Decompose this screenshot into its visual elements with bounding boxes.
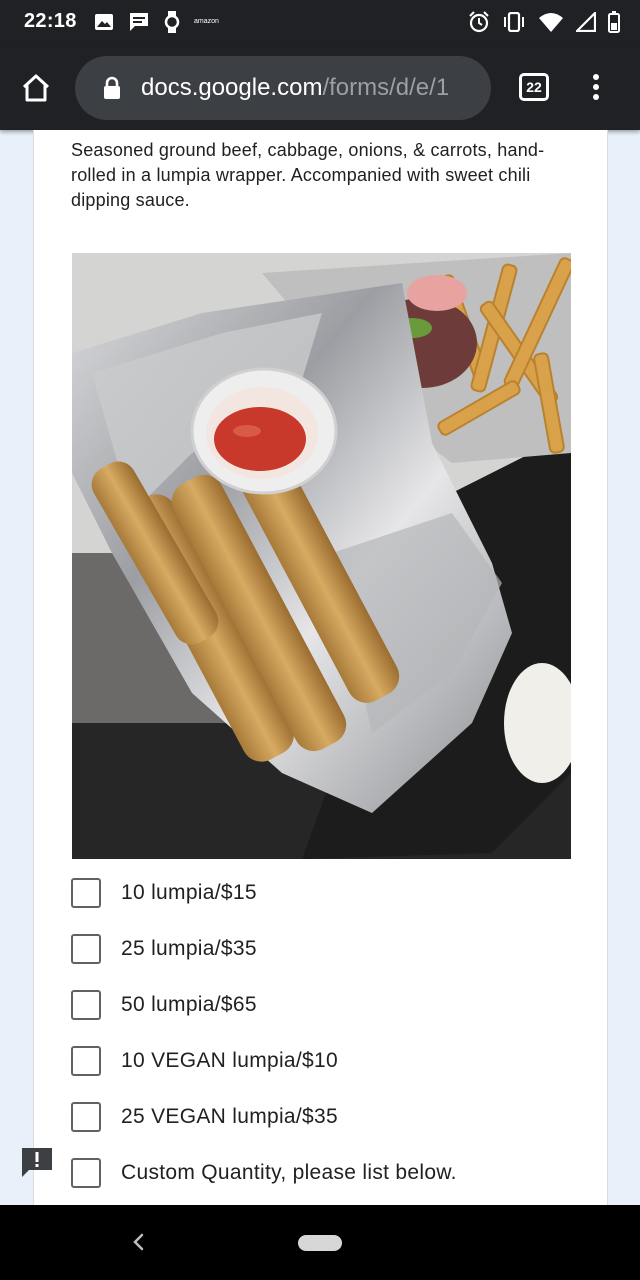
image-icon bbox=[94, 13, 114, 31]
home-button[interactable] bbox=[16, 70, 56, 106]
feedback-icon bbox=[22, 1148, 52, 1177]
lumpia-photo bbox=[72, 253, 571, 859]
checkbox[interactable] bbox=[71, 990, 101, 1020]
item-description: Seasoned ground beef, cabbage, onions, &… bbox=[71, 140, 545, 210]
wifi-icon bbox=[538, 11, 564, 33]
status-time: 22:18 bbox=[24, 10, 77, 32]
option-label: 50 lumpia/$65 bbox=[121, 993, 257, 1016]
amazon-label: amazon bbox=[194, 18, 219, 25]
quantity-options: 10 lumpia/$15 25 lumpia/$35 50 lumpia/$6… bbox=[71, 865, 591, 1201]
option-label: 10 VEGAN lumpia/$10 bbox=[121, 1049, 338, 1072]
checkbox[interactable] bbox=[71, 1158, 101, 1188]
menu-dot bbox=[593, 84, 599, 90]
amazon-icon: amazon bbox=[194, 18, 219, 26]
system-navigation-bar bbox=[0, 1205, 640, 1280]
browser-toolbar: docs.google.com/forms/d/e/1 22 bbox=[0, 46, 640, 130]
watch-icon bbox=[164, 10, 180, 34]
status-bar: 22:18 amazon bbox=[0, 0, 640, 46]
option-50-lumpia[interactable]: 50 lumpia/$65 bbox=[71, 977, 591, 1033]
option-10-vegan-lumpia[interactable]: 10 VEGAN lumpia/$10 bbox=[71, 1033, 591, 1089]
url-domain: docs.google.com bbox=[141, 74, 323, 101]
signal-icon bbox=[576, 12, 596, 32]
option-label: 25 VEGAN lumpia/$35 bbox=[121, 1105, 338, 1128]
checkbox[interactable] bbox=[71, 934, 101, 964]
home-icon bbox=[22, 74, 50, 102]
option-25-lumpia[interactable]: 25 lumpia/$35 bbox=[71, 921, 591, 977]
message-icon bbox=[128, 11, 150, 33]
overflow-menu-button[interactable] bbox=[584, 70, 608, 104]
url-text: docs.google.com/forms/d/e/1 bbox=[141, 74, 449, 102]
option-custom-quantity[interactable]: Custom Quantity, please list below. bbox=[71, 1145, 591, 1201]
report-feedback-button[interactable] bbox=[20, 1146, 54, 1178]
checkbox[interactable] bbox=[71, 878, 101, 908]
back-chevron-icon bbox=[133, 1233, 144, 1251]
option-label: Custom Quantity, please list below. bbox=[121, 1161, 457, 1184]
option-10-lumpia[interactable]: 10 lumpia/$15 bbox=[71, 865, 591, 921]
tab-switcher-button[interactable]: 22 bbox=[519, 73, 549, 101]
menu-dot bbox=[593, 94, 599, 100]
tab-count: 22 bbox=[526, 79, 542, 95]
checkbox[interactable] bbox=[71, 1102, 101, 1132]
option-label: 25 lumpia/$35 bbox=[121, 937, 257, 960]
checkbox[interactable] bbox=[71, 1046, 101, 1076]
status-system-icons bbox=[456, 10, 620, 34]
battery-icon bbox=[608, 11, 620, 33]
url-path: /forms/d/e/1 bbox=[322, 74, 450, 101]
menu-dot bbox=[593, 74, 599, 80]
address-bar[interactable]: docs.google.com/forms/d/e/1 bbox=[75, 56, 491, 120]
back-button[interactable] bbox=[128, 1229, 148, 1255]
alarm-icon bbox=[468, 11, 490, 33]
home-pill-button[interactable] bbox=[298, 1235, 342, 1251]
option-label: 10 lumpia/$15 bbox=[121, 881, 257, 904]
status-notification-icons: amazon bbox=[94, 10, 233, 34]
option-25-vegan-lumpia[interactable]: 25 VEGAN lumpia/$35 bbox=[71, 1089, 591, 1145]
form-question-card: Seasoned ground beef, cabbage, onions, &… bbox=[33, 130, 608, 1206]
vibrate-icon bbox=[502, 12, 526, 32]
lock-icon bbox=[103, 76, 123, 100]
